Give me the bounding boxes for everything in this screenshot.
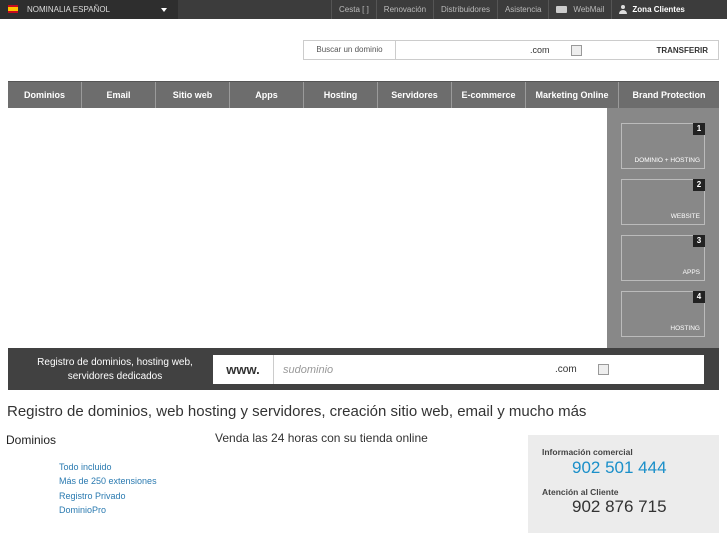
step-dominio-hosting[interactable]: 1 DOMINIO + HOSTING [621,123,705,169]
domain-register-bar: Registro de dominios, hosting web, servi… [8,348,719,390]
search-tld: .com [530,45,550,55]
link-registro-privado[interactable]: Registro Privado [59,489,157,503]
steps-panel: 1 DOMINIO + HOSTING 2 WEBSITE 3 APPS 4 H… [607,108,719,348]
nav-item-dominios[interactable]: Dominios [8,82,82,108]
domain-input[interactable] [283,359,545,380]
step-apps[interactable]: 3 APPS [621,235,705,281]
dominios-links: Todo incluido Más de 250 extensiones Reg… [59,460,157,517]
search-input[interactable] [396,42,526,58]
tld-select[interactable] [570,44,582,56]
step-website[interactable]: 2 WEBSITE [621,179,705,225]
commercial-phone: 902 501 444 [572,458,667,477]
step-number: 2 [693,179,705,191]
nav-item-brand-protection[interactable]: Brand Protection [619,82,719,108]
user-icon [619,5,628,14]
nav-item-marketing[interactable]: Marketing Online [526,82,619,108]
top-links: Cesta [ ] Renovación Distribuidores Asis… [331,0,692,19]
webmail-label: WebMail [573,5,605,14]
renewal-link[interactable]: Renovación [375,0,433,19]
step-label: APPS [682,269,700,276]
step-label: HOSTING [670,325,700,332]
link-todo-incluido[interactable]: Todo incluido [59,460,157,474]
language-label: NOMINALIA ESPAÑOL [27,5,110,14]
support-link[interactable]: Asistencia [496,0,548,19]
shop-heading: Venda las 24 horas con su tienda online [215,431,428,445]
step-hosting[interactable]: 4 HOSTING [621,291,705,337]
domain-tld: .com [555,364,577,375]
distributors-link[interactable]: Distribuidores [433,0,497,19]
step-number: 4 [693,291,705,303]
client-zone-label: Zona Clientes [632,5,685,14]
link-extensiones[interactable]: Más de 250 extensiones [59,474,157,488]
www-prefix: www. [213,355,274,384]
nav-item-sitio-web[interactable]: Sitio web [156,82,230,108]
client-zone-link[interactable]: Zona Clientes [611,0,691,19]
step-label: WEBSITE [670,213,700,220]
domain-bar-text: Registro de dominios, hosting web, servi… [37,357,193,382]
search-label: Buscar un dominio [304,41,396,59]
nav-item-hosting[interactable]: Hosting [304,82,378,108]
page-tagline: Registro de dominios, web hosting y serv… [7,403,587,420]
transfer-button[interactable]: TRANSFERIR [656,46,718,55]
dominios-heading: Dominios [6,433,57,447]
spain-flag-icon [8,5,18,13]
nav-item-email[interactable]: Email [82,82,156,108]
domain-bar-search: www. .com [213,355,704,384]
mail-icon [556,6,568,13]
language-selector[interactable]: NOMINALIA ESPAÑOL [0,0,178,19]
nav-item-ecommerce[interactable]: E-commerce [452,82,526,108]
step-number: 1 [693,123,705,135]
chevron-down-icon [161,8,167,12]
step-label: DOMINIO + HOSTING [634,157,700,164]
link-dominiopro[interactable]: DominioPro [59,503,157,517]
step-number: 3 [693,235,705,247]
cart-link[interactable]: Cesta [ ] [331,0,376,19]
webmail-link[interactable]: WebMail [548,0,611,19]
support-label: Atención al Cliente [542,487,619,497]
nav-item-apps[interactable]: Apps [230,82,304,108]
contact-box: Información comercial 902 501 444 Atenci… [528,435,719,533]
commercial-label: Información comercial [542,447,633,457]
top-bar: NOMINALIA ESPAÑOL Cesta [ ] Renovación D… [0,0,727,19]
domain-tld-select[interactable] [597,364,609,375]
support-phone: 902 876 715 [572,497,667,516]
nav-item-servidores[interactable]: Servidores [378,82,452,108]
domain-search: Buscar un dominio .com TRANSFERIR [303,40,719,60]
main-nav: Dominios Email Sitio web Apps Hosting Se… [8,81,719,108]
